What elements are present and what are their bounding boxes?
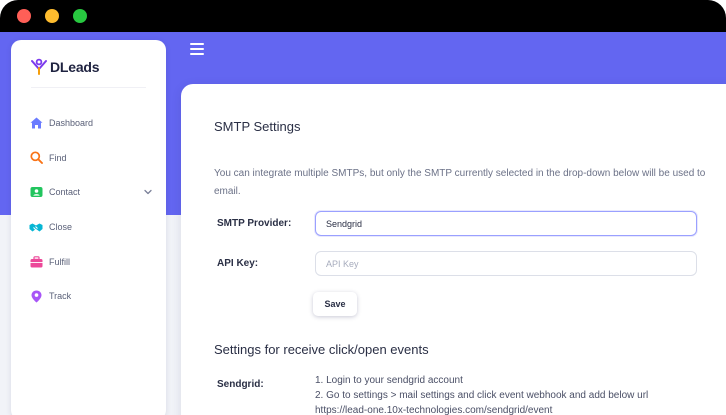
instruction-step: 2. Go to settings > mail settings and cl…	[315, 390, 649, 401]
smtp-provider-select[interactable]	[315, 211, 697, 236]
briefcase-icon	[29, 255, 43, 269]
sidebar-nav: Dashboard Find Contact Close Fulfill Tra…	[11, 106, 166, 314]
sidebar-item-close[interactable]: Close	[11, 210, 166, 245]
smtp-settings-card: SMTP Settings You can integrate multiple…	[181, 84, 726, 415]
sidebar-item-track[interactable]: Track	[11, 279, 166, 314]
sidebar-item-label: Close	[49, 222, 73, 233]
divider	[31, 87, 146, 88]
sidebar: DLeads Dashboard Find Contact Close Fulf…	[11, 40, 166, 415]
page-description: You can integrate multiple SMTPs, but on…	[214, 165, 726, 201]
handshake-icon	[29, 220, 43, 234]
api-key-label: API Key:	[217, 258, 259, 269]
close-window-button[interactable]	[17, 9, 31, 23]
sendgrid-instructions: 1. Login to your sendgrid account 2. Go …	[315, 373, 648, 415]
sidebar-item-label: Fulfill	[49, 256, 71, 267]
minimize-window-button[interactable]	[45, 9, 59, 23]
brand-name: DLeads	[50, 59, 100, 75]
instruction-step: 1. Login to your sendgrid account	[315, 375, 463, 386]
app-window: DLeads Dashboard Find Contact Close Fulf…	[0, 0, 726, 415]
home-icon	[29, 116, 43, 130]
sidebar-item-fulfill[interactable]: Fulfill	[11, 244, 166, 279]
sidebar-item-label: Find	[49, 152, 67, 163]
chevron-down-icon[interactable]	[144, 188, 152, 196]
sidebar-item-dashboard[interactable]: Dashboard	[11, 106, 166, 141]
sidebar-item-find[interactable]: Find	[11, 141, 166, 176]
smtp-provider-label: SMTP Provider:	[217, 218, 292, 229]
sendgrid-label: Sendgrid:	[217, 379, 264, 390]
search-icon	[29, 151, 43, 165]
sidebar-item-label: Track	[49, 291, 72, 302]
hamburger-menu-icon[interactable]	[190, 43, 204, 55]
contact-icon	[29, 185, 43, 199]
sidebar-item-contact[interactable]: Contact	[11, 175, 166, 210]
person-raised-arms-icon	[31, 58, 47, 75]
webhook-url[interactable]: https://lead-one.10x-technologies.com/se…	[315, 403, 648, 415]
sidebar-item-label: Dashboard	[49, 118, 94, 129]
description-line: email.	[214, 186, 241, 197]
window-titlebar	[0, 0, 726, 32]
api-key-input[interactable]	[315, 251, 697, 276]
save-button[interactable]: Save	[313, 292, 357, 316]
maximize-window-button[interactable]	[73, 9, 87, 23]
description-line: You can integrate multiple SMTPs, but on…	[214, 168, 706, 179]
page-title: SMTP Settings	[214, 119, 301, 134]
brand[interactable]: DLeads	[31, 57, 100, 77]
location-pin-icon	[29, 289, 43, 303]
sidebar-item-label: Contact	[49, 187, 81, 198]
events-section-title: Settings for receive click/open events	[214, 342, 429, 357]
